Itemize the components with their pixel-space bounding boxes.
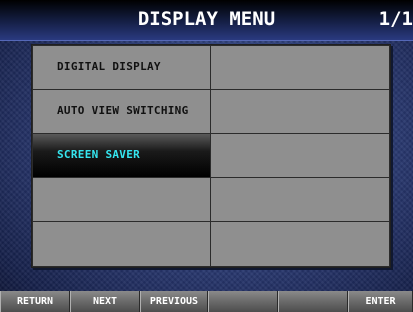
function-key-bar: RETURN NEXT PREVIOUS ENTER	[0, 291, 413, 312]
menu-grid: DIGITAL DISPLAY AUTO VIEW SWITCHING SCRE…	[31, 44, 391, 268]
next-button[interactable]: NEXT	[70, 291, 140, 312]
page-indicator: 1/1	[378, 8, 413, 30]
function-key-blank-5[interactable]	[278, 291, 348, 312]
page-title: DISPLAY MENU	[137, 8, 276, 30]
menu-item-label: AUTO VIEW SWITCHING	[57, 104, 189, 117]
menu-item-empty	[210, 133, 390, 178]
display-menu-screen: DISPLAY MENU 1/1 DIGITAL DISPLAY AUTO VI…	[0, 0, 413, 312]
menu-item-empty	[210, 177, 390, 222]
menu-item-digital-display[interactable]: DIGITAL DISPLAY	[32, 45, 211, 90]
menu-item-auto-view-switching[interactable]: AUTO VIEW SWITCHING	[32, 89, 211, 134]
menu-item-empty	[210, 45, 390, 90]
title-bar: DISPLAY MENU 1/1	[0, 0, 413, 41]
menu-item-empty	[210, 221, 390, 267]
menu-item-label: SCREEN SAVER	[57, 148, 141, 161]
menu-item-empty	[32, 177, 211, 222]
return-button[interactable]: RETURN	[0, 291, 70, 312]
previous-button[interactable]: PREVIOUS	[140, 291, 208, 312]
menu-item-empty	[32, 221, 211, 267]
function-key-blank-4[interactable]	[208, 291, 278, 312]
menu-item-screen-saver[interactable]: SCREEN SAVER	[32, 133, 211, 178]
menu-item-empty	[210, 89, 390, 134]
menu-item-label: DIGITAL DISPLAY	[57, 60, 161, 73]
enter-button[interactable]: ENTER	[348, 291, 413, 312]
